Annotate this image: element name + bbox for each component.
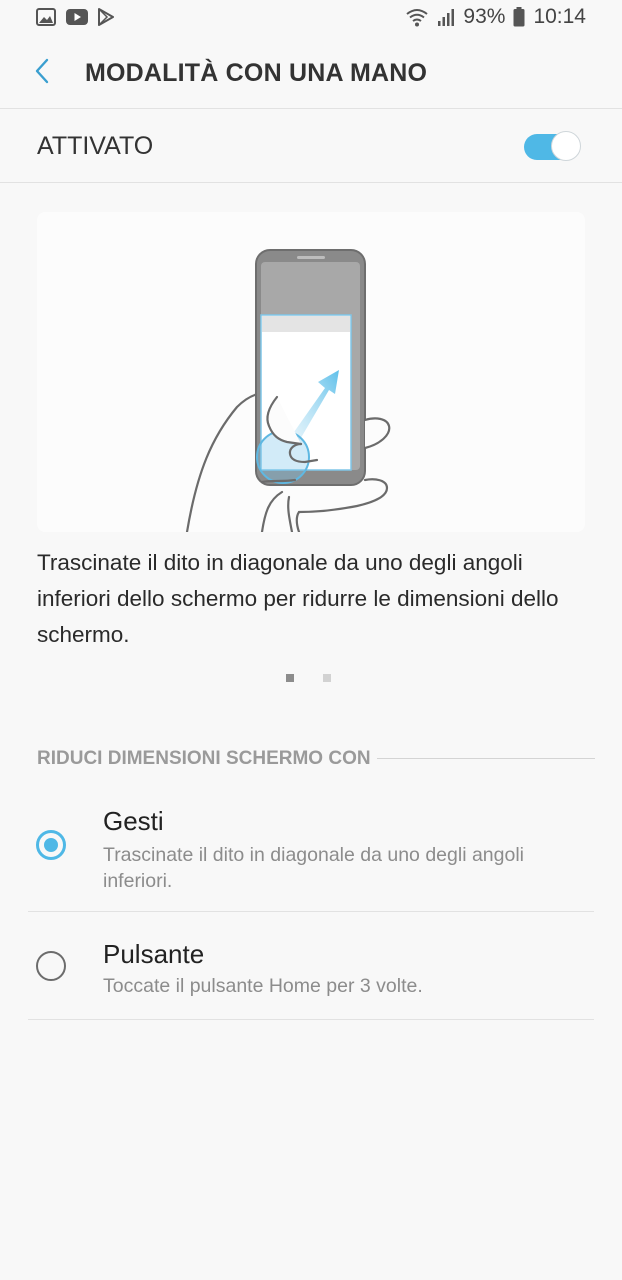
battery-icon bbox=[513, 7, 525, 27]
wifi-icon bbox=[406, 9, 429, 27]
radio-button[interactable] bbox=[36, 951, 66, 981]
tutorial-description: Trascinate il dito in diagonale da uno d… bbox=[37, 550, 559, 647]
option-button-title: Pulsante bbox=[103, 939, 205, 969]
page-dot-2[interactable] bbox=[323, 674, 331, 682]
section-title: RIDUCI DIMENSIONI SCHERMO CON bbox=[37, 748, 371, 769]
master-toggle[interactable] bbox=[524, 131, 582, 163]
chevron-left-icon bbox=[35, 58, 49, 84]
master-switch-label: ATTIVATO bbox=[37, 132, 154, 160]
page-dot-1[interactable] bbox=[286, 674, 294, 682]
system-icons: 93% 10:14 bbox=[405, 5, 586, 29]
toggle-knob bbox=[551, 131, 581, 161]
option-button-subtitle: Toccate il pulsante Home per 3 volte. bbox=[103, 975, 423, 997]
gallery-icon bbox=[36, 8, 56, 26]
option-gestures-subtitle: Trascinate il dito in diagonale da uno d… bbox=[103, 844, 524, 892]
page-title: MODALITÀ CON UNA MANO bbox=[85, 59, 428, 87]
youtube-icon bbox=[66, 9, 88, 25]
clock: 10:14 bbox=[533, 5, 586, 28]
phone-hand-illustration bbox=[185, 249, 391, 532]
notification-icons bbox=[36, 8, 114, 26]
tutorial-illustration bbox=[37, 212, 585, 532]
page-indicator bbox=[286, 674, 331, 682]
master-switch-row[interactable]: ATTIVATO bbox=[0, 109, 622, 183]
battery-percent: 93% bbox=[463, 5, 506, 28]
option-gestures[interactable]: Gesti Trascinate il dito in diagonale da… bbox=[28, 792, 594, 912]
signal-icon bbox=[438, 9, 455, 26]
play-store-icon bbox=[98, 8, 114, 26]
section-divider bbox=[377, 758, 595, 759]
back-button[interactable] bbox=[28, 56, 58, 86]
option-button[interactable]: Pulsante Toccate il pulsante Home per 3 … bbox=[28, 912, 594, 1020]
radio-gestures[interactable] bbox=[36, 830, 66, 860]
app-bar: MODALITÀ CON UNA MANO bbox=[0, 36, 622, 109]
section-header: RIDUCI DIMENSIONI SCHERMO CON bbox=[37, 748, 595, 772]
option-gestures-title: Gesti bbox=[103, 806, 164, 836]
status-bar: 93% 10:14 bbox=[0, 0, 622, 36]
